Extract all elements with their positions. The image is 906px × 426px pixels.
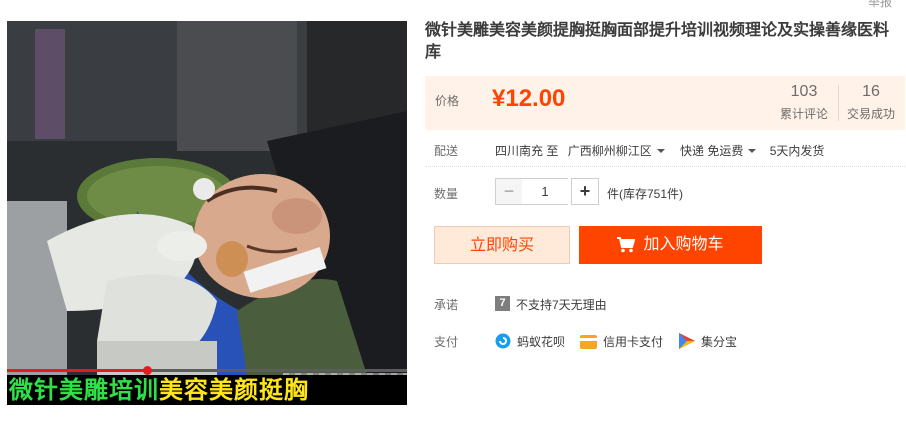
shipping-destination: 广西柳州柳江区 xyxy=(567,144,652,158)
payment-method-label: 蚂蚁花呗 xyxy=(517,335,566,349)
shipping-destination-selector[interactable]: 广西柳州柳江区 xyxy=(568,142,665,159)
shipping-method-selector[interactable]: 快递 免运费 xyxy=(680,142,757,159)
price-panel: 价格 ¥12.00 103 累计评论 16 交易成功 xyxy=(425,76,905,130)
payment-huabei: 蚂蚁花呗 xyxy=(495,333,565,350)
review-count-number: 103 xyxy=(790,83,818,100)
product-main-image[interactable]: 微针美雕培训美容美颜挺胸 xyxy=(7,21,407,405)
image-caption-part2: 美容美颜挺胸 xyxy=(159,377,309,404)
stock-info: 件(库存751件) xyxy=(607,187,684,201)
video-progress-knob[interactable] xyxy=(143,366,152,375)
divider xyxy=(425,166,905,167)
product-title: 微针美雕美容美颜提胸挺胸面部提升培训视频理论及实操善缘医料库 xyxy=(425,22,890,61)
dispatch-time: 5天内发货 xyxy=(769,144,825,158)
video-progress-bar[interactable] xyxy=(7,366,407,375)
video-progress-fill xyxy=(7,369,147,372)
shipping-origin: 四川南充 至 xyxy=(495,144,559,158)
chevron-down-icon xyxy=(748,149,757,153)
sales-count-number: 16 xyxy=(862,83,880,100)
quantity-label: 数量 xyxy=(434,187,459,201)
price-label: 价格 xyxy=(435,94,460,108)
payment-method-label: 集分宝 xyxy=(701,335,738,349)
image-caption: 微针美雕培训美容美颜挺胸 xyxy=(7,375,407,405)
jifenbao-icon xyxy=(679,333,695,349)
payment-label: 支付 xyxy=(434,335,459,349)
payment-credit-card: 信用卡支付 xyxy=(580,333,663,350)
report-link[interactable]: 举报 xyxy=(868,0,892,10)
shipping-row: 四川南充 至 广西柳州柳江区 快递 免运费 5天内发货 xyxy=(495,142,824,159)
quantity-input[interactable]: 1 xyxy=(522,178,568,205)
treatment-photo xyxy=(7,21,407,405)
payment-method-label: 信用卡支付 xyxy=(603,335,664,349)
chevron-down-icon xyxy=(656,149,665,153)
add-to-cart-button[interactable]: 加入购物车 xyxy=(579,226,762,264)
credit-card-icon xyxy=(580,335,597,349)
price-value: ¥12.00 xyxy=(492,85,566,112)
payment-jifenbao: 集分宝 xyxy=(679,333,737,350)
shopping-cart-icon xyxy=(617,237,636,253)
shipping-method: 快递 免运费 xyxy=(680,144,744,158)
seven-day-icon: 7 xyxy=(495,296,510,311)
review-count[interactable]: 103 累计评论 xyxy=(772,82,836,122)
sales-count: 16 交易成功 xyxy=(839,82,903,122)
quantity-stepper: − 1 + xyxy=(495,178,599,205)
quantity-increase-button[interactable]: + xyxy=(571,178,599,205)
review-count-label: 累计评论 xyxy=(779,107,828,121)
add-to-cart-label: 加入购物车 xyxy=(643,236,724,253)
image-caption-part1: 微针美雕培训 xyxy=(9,377,159,404)
shipping-label: 配送 xyxy=(434,144,459,158)
promise-text: 不支持7天无理由 xyxy=(516,298,607,312)
sales-count-label: 交易成功 xyxy=(846,107,895,121)
quantity-decrease-button[interactable]: − xyxy=(495,178,523,205)
buy-now-button[interactable]: 立即购买 xyxy=(434,226,570,264)
huabei-icon xyxy=(495,333,511,349)
promise-label: 承诺 xyxy=(434,298,459,312)
